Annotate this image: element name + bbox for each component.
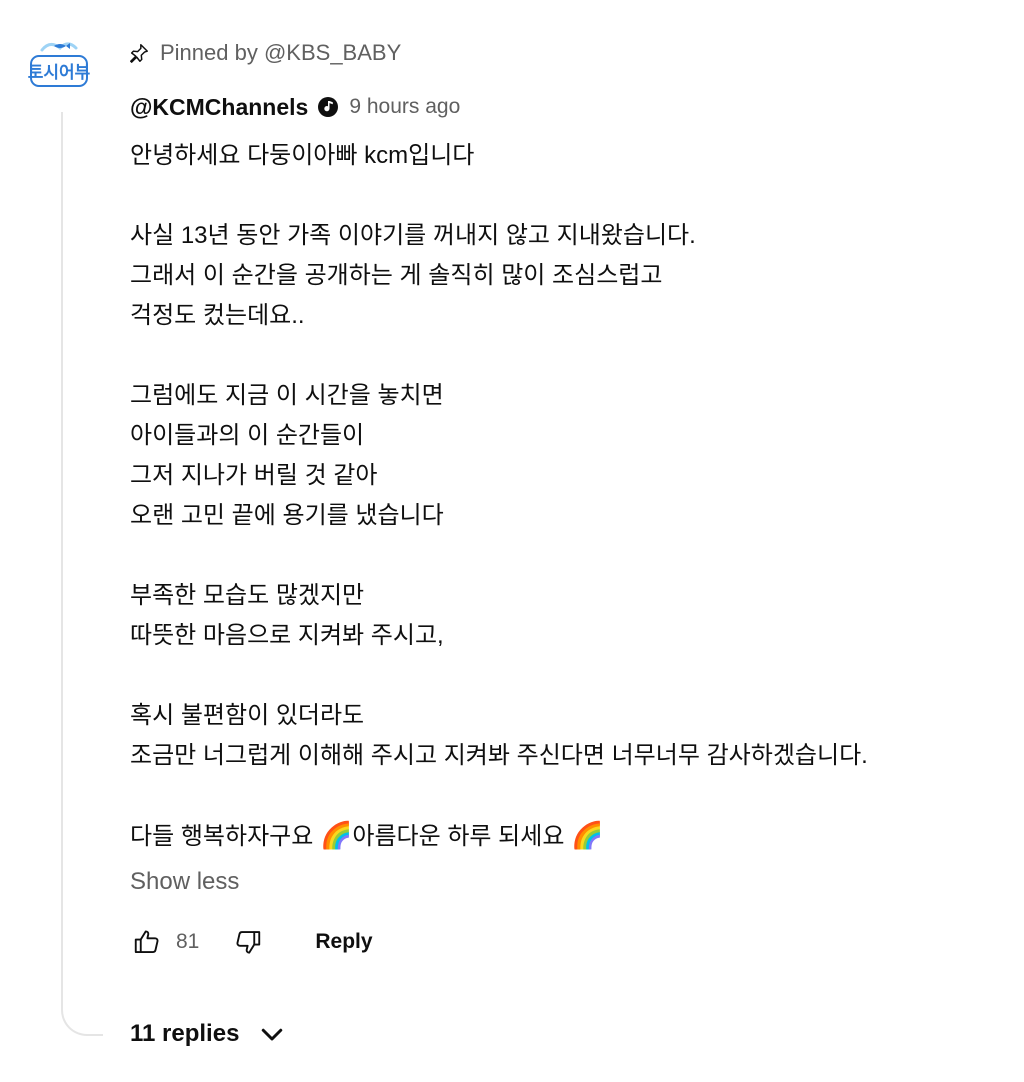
- like-count: 81: [176, 930, 200, 953]
- rainbow-emoji: 🌈: [319, 821, 353, 851]
- comment-line: 혹시 불편함이 있더라도: [130, 702, 365, 729]
- comment-text: 안녕하세요 다둥이아빠 kcm입니다사실 13년 동안 가족 이야기를 꺼내지 …: [130, 136, 1010, 856]
- music-verified-icon: [317, 96, 339, 118]
- comment-closing-text: 아름다운 하루 되세요: [352, 823, 572, 850]
- comment-line: 조금만 너그럽게 이해해 주시고 지켜봐 주신다면 너무너무 감사하겠습니다.: [130, 742, 868, 769]
- replies-count-label: 11 replies: [130, 1020, 240, 1047]
- comment-line: 아이들과의 이 순간들이: [130, 422, 365, 449]
- author-name[interactable]: @KCMChannels: [130, 94, 308, 121]
- comment-line: [130, 656, 1010, 696]
- comment-actions: 81 Reply: [130, 922, 373, 962]
- reply-button[interactable]: Reply: [315, 930, 372, 954]
- replies-toggle[interactable]: 11 replies: [130, 1014, 287, 1054]
- pin-icon: [128, 42, 150, 64]
- comment-line: [130, 536, 1010, 576]
- channel-avatar[interactable]: 토시어부: [28, 36, 91, 92]
- comment-line: 사실 13년 동안 가족 이야기를 꺼내지 않고 지내왔습니다.: [130, 222, 696, 249]
- rainbow-emoji: 🌈: [571, 821, 604, 851]
- comment-line: 그럼에도 지금 이 시간을 놓치면: [130, 382, 444, 409]
- comment-closing-text: 다들 행복하자구요: [130, 823, 320, 850]
- thread-line: [61, 112, 103, 1036]
- thumbs-down-icon[interactable]: [231, 925, 265, 959]
- channel-logo-text: 토시어부: [28, 63, 90, 83]
- chevron-down-icon: [257, 1019, 287, 1049]
- comment-line-closing: 다들 행복하자구요 🌈아름다운 하루 되세요 🌈: [130, 816, 1010, 856]
- comment-header: @KCMChannels 9 hours ago: [130, 90, 460, 124]
- comment-line: [130, 776, 1010, 816]
- comment-line: 그저 지나가 버릴 것 같아: [130, 462, 378, 489]
- channel-logo-icon: 토시어부: [28, 42, 91, 87]
- thumbs-up-icon[interactable]: [130, 925, 164, 959]
- pinned-label: Pinned by @KBS_BABY: [160, 40, 402, 65]
- comment-line: 그래서 이 순간을 공개하는 게 솔직히 많이 조심스럽고: [130, 262, 663, 289]
- comment-line: 따뜻한 마음으로 지켜봐 주시고,: [130, 622, 444, 649]
- comment-line: [130, 336, 1010, 376]
- comment-line: 오랜 고민 끝에 용기를 냈습니다: [130, 502, 444, 529]
- pinned-indicator: Pinned by @KBS_BABY: [128, 38, 401, 68]
- comment-line: 부족한 모습도 많겠지만: [130, 582, 365, 609]
- comment-timestamp[interactable]: 9 hours ago: [349, 95, 460, 119]
- comment-line: [130, 176, 1010, 216]
- comment-line: 안녕하세요 다둥이아빠 kcm입니다: [130, 142, 475, 169]
- comment-line: 걱정도 컸는데요..: [130, 302, 305, 329]
- show-less-button[interactable]: Show less: [130, 864, 239, 900]
